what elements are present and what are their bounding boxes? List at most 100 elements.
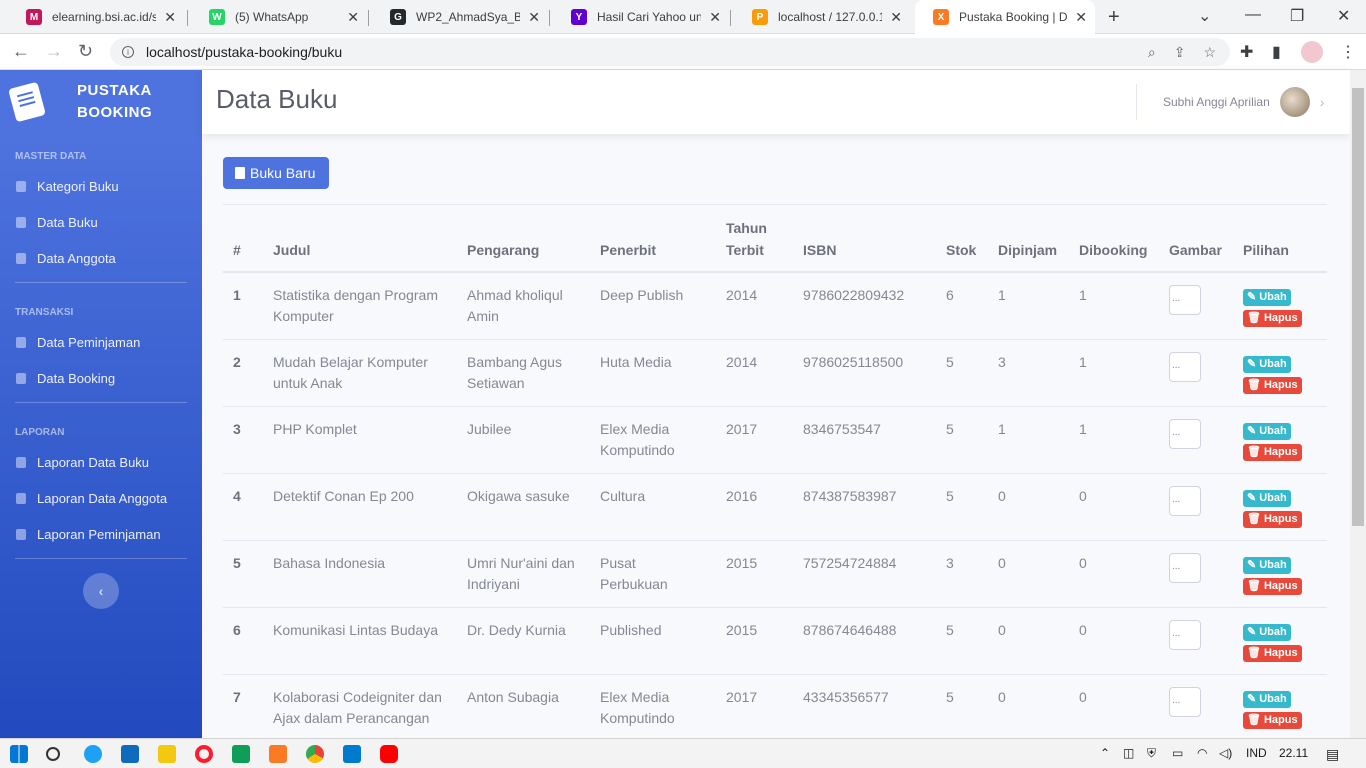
image-cell: ... bbox=[1159, 539, 1233, 607]
sidebar-toggle-button[interactable]: ‹ bbox=[83, 573, 119, 609]
edit-button[interactable]: ✎ Ubah bbox=[1243, 422, 1291, 440]
edit-button[interactable]: ✎ Ubah bbox=[1243, 690, 1291, 708]
edit-button[interactable]: ✎ Ubah bbox=[1243, 288, 1291, 306]
new-book-button[interactable]: Buku Baru bbox=[223, 157, 329, 189]
delete-button[interactable]: 🗑 Hapus bbox=[1243, 443, 1302, 461]
browser-tab[interactable]: W (5) WhatsApp ✕ bbox=[191, 0, 367, 34]
file-explorer-icon[interactable] bbox=[158, 745, 176, 763]
browser-tab[interactable]: Melearning.bsi.ac.id/sch ✕ bbox=[8, 0, 184, 34]
wifi-icon[interactable]: ◠ bbox=[1197, 746, 1207, 760]
opera-icon[interactable] bbox=[195, 745, 213, 763]
bookmark-star-icon[interactable]: ☆ bbox=[1203, 44, 1216, 61]
brand[interactable]: PUSTAKA BOOKING bbox=[0, 70, 202, 133]
delete-button[interactable]: 🗑 Hapus bbox=[1243, 644, 1302, 662]
side-panel-icon[interactable]: ▮ bbox=[1272, 42, 1281, 62]
windows-taskbar: ⌃ ◫ ⛨ ▭ ◠ ◁) IND 22.11 ▤ bbox=[0, 738, 1366, 768]
youtube-icon[interactable] bbox=[380, 745, 398, 763]
tab-separator bbox=[730, 10, 731, 26]
table-cell: 1 bbox=[1069, 405, 1159, 473]
close-tab-icon[interactable]: ✕ bbox=[709, 9, 721, 26]
edit-button[interactable]: ✎ Ubah bbox=[1243, 623, 1291, 641]
delete-label: Hapus bbox=[1263, 579, 1298, 592]
edit-button[interactable]: ✎ Ubah bbox=[1243, 489, 1291, 507]
table-row: 5 Bahasa Indonesia Umri Nur'aini dan Indri… bbox=[223, 539, 1327, 607]
browser-tab[interactable]: Y Hasil Cari Yahoo untuk ✕ bbox=[553, 0, 729, 34]
meet-icon[interactable]: ◫ bbox=[1123, 746, 1134, 760]
search-icon[interactable] bbox=[46, 747, 60, 761]
tab-favicon-icon: P bbox=[752, 9, 768, 25]
delete-button[interactable]: 🗑 Hapus bbox=[1243, 376, 1302, 394]
actions-cell: ✎ Ubah 🗑 Hapus bbox=[1233, 405, 1327, 473]
column-header: Dibooking bbox=[1069, 204, 1159, 273]
xampp-icon[interactable] bbox=[269, 745, 287, 763]
language-indicator[interactable]: IND bbox=[1246, 746, 1267, 760]
reload-icon[interactable]: ↻ bbox=[78, 41, 93, 62]
clock[interactable]: 22.11 bbox=[1279, 746, 1308, 760]
extensions-icon[interactable]: ✚ bbox=[1240, 42, 1253, 62]
delete-button[interactable]: 🗑 Hapus bbox=[1243, 711, 1302, 729]
mail-icon[interactable] bbox=[121, 745, 139, 763]
restore-button[interactable]: ❐ bbox=[1290, 6, 1304, 26]
scrollbar-thumb[interactable] bbox=[1352, 88, 1364, 526]
share-icon[interactable]: ⇪ bbox=[1174, 44, 1186, 61]
vscode-icon[interactable] bbox=[343, 745, 361, 763]
table-row: 2 Mudah Belajar Komputer untuk Anak Bamban… bbox=[223, 338, 1327, 406]
users-icon bbox=[16, 252, 26, 264]
sidebar-item-kategori-buku[interactable]: Kategori Buku bbox=[0, 168, 202, 204]
new-tab-button[interactable]: + bbox=[1108, 6, 1120, 29]
back-icon[interactable]: ← bbox=[12, 41, 30, 62]
volume-icon[interactable]: ◁) bbox=[1219, 746, 1232, 760]
sidebar-item-data-buku[interactable]: Data Buku bbox=[0, 204, 202, 240]
battery-icon[interactable]: ▭ bbox=[1172, 746, 1183, 760]
browser-menu-icon[interactable]: ⋮ bbox=[1340, 42, 1356, 62]
notifications-icon[interactable]: ▤ bbox=[1326, 746, 1339, 763]
edit-button[interactable]: ✎ Ubah bbox=[1243, 355, 1291, 373]
sidebar-item-laporan-data-buku[interactable]: Laporan Data Buku bbox=[0, 444, 202, 480]
table-cell: 3 bbox=[936, 539, 988, 607]
browser-tab[interactable]: X Pustaka Booking | Dat ✕ bbox=[915, 0, 1095, 34]
close-window-button[interactable]: ✕ bbox=[1337, 6, 1350, 26]
close-tab-icon[interactable]: ✕ bbox=[890, 9, 902, 26]
sidebar-item-data-anggota[interactable]: Data Anggota bbox=[0, 240, 202, 276]
delete-label: Hapus bbox=[1263, 646, 1298, 659]
close-tab-icon[interactable]: ✕ bbox=[164, 9, 176, 26]
minimize-button[interactable]: — bbox=[1245, 6, 1261, 24]
sidebar-item-laporan-peminjaman[interactable]: Laporan Peminjaman bbox=[0, 516, 202, 552]
chrome-icon[interactable] bbox=[306, 745, 324, 763]
close-tab-icon[interactable]: ✕ bbox=[1075, 9, 1087, 26]
zoom-icon[interactable]: ⌕ bbox=[1148, 44, 1156, 61]
close-tab-icon[interactable]: ✕ bbox=[347, 9, 359, 26]
sidebar-item-laporan-data-anggota[interactable]: Laporan Data Anggota bbox=[0, 480, 202, 516]
table-row: 7 Kolaborasi Codeigniter dan Ajax dalam P… bbox=[223, 673, 1327, 741]
page-scrollbar[interactable] bbox=[1350, 70, 1366, 738]
windows-start-icon[interactable] bbox=[10, 745, 28, 763]
delete-button[interactable]: 🗑 Hapus bbox=[1243, 510, 1302, 528]
close-tab-icon[interactable]: ✕ bbox=[528, 9, 540, 26]
actions-cell: ✎ Ubah 🗑 Hapus bbox=[1233, 606, 1327, 674]
url-input[interactable]: i localhost/pustaka-booking/buku ⌕ ⇪ ☆ bbox=[110, 38, 1230, 66]
sidebar-item-label: Kategori Buku bbox=[37, 178, 119, 194]
site-info-icon[interactable]: i bbox=[122, 46, 134, 58]
delete-label: Hapus bbox=[1263, 311, 1298, 324]
table-row: 6 Komunikasi Lintas Budaya Dr. Dedy Kurnia… bbox=[223, 606, 1327, 674]
delete-button[interactable]: 🗑 Hapus bbox=[1243, 309, 1302, 327]
security-icon[interactable]: ⛨ bbox=[1147, 746, 1156, 761]
sidebar-item-data-booking[interactable]: Data Booking bbox=[0, 360, 202, 396]
browser-tab[interactable]: Plocalhost / 127.0.0.1 / ✕ bbox=[734, 0, 910, 34]
table-cell: Kolaborasi Codeigniter dan Ajax dalam Pe… bbox=[263, 673, 457, 741]
forward-icon[interactable]: → bbox=[45, 41, 63, 62]
profile-avatar-icon[interactable] bbox=[1301, 41, 1323, 63]
chat-app-icon[interactable] bbox=[232, 745, 250, 763]
edge-icon[interactable] bbox=[84, 745, 102, 763]
browser-tab[interactable]: G WP2_AhmadSya_Bani ✕ bbox=[372, 0, 548, 34]
delete-button[interactable]: 🗑 Hapus bbox=[1243, 577, 1302, 595]
edit-icon: ✎ bbox=[1247, 424, 1257, 437]
tab-search-icon[interactable]: ⌄ bbox=[1198, 6, 1211, 26]
edit-button[interactable]: ✎ Ubah bbox=[1243, 556, 1291, 574]
avatar bbox=[1279, 87, 1310, 117]
sidebar-item-data-peminjaman[interactable]: Data Peminjaman bbox=[0, 324, 202, 360]
table-row: 3 PHP Komplet Jubilee Elex Media Komputindo… bbox=[223, 405, 1327, 473]
user-dropdown[interactable]: Subhi Anggi Aprilian › bbox=[1136, 84, 1324, 120]
tray-chevron-icon[interactable]: ⌃ bbox=[1100, 746, 1110, 760]
delete-label: Hapus bbox=[1263, 378, 1298, 391]
